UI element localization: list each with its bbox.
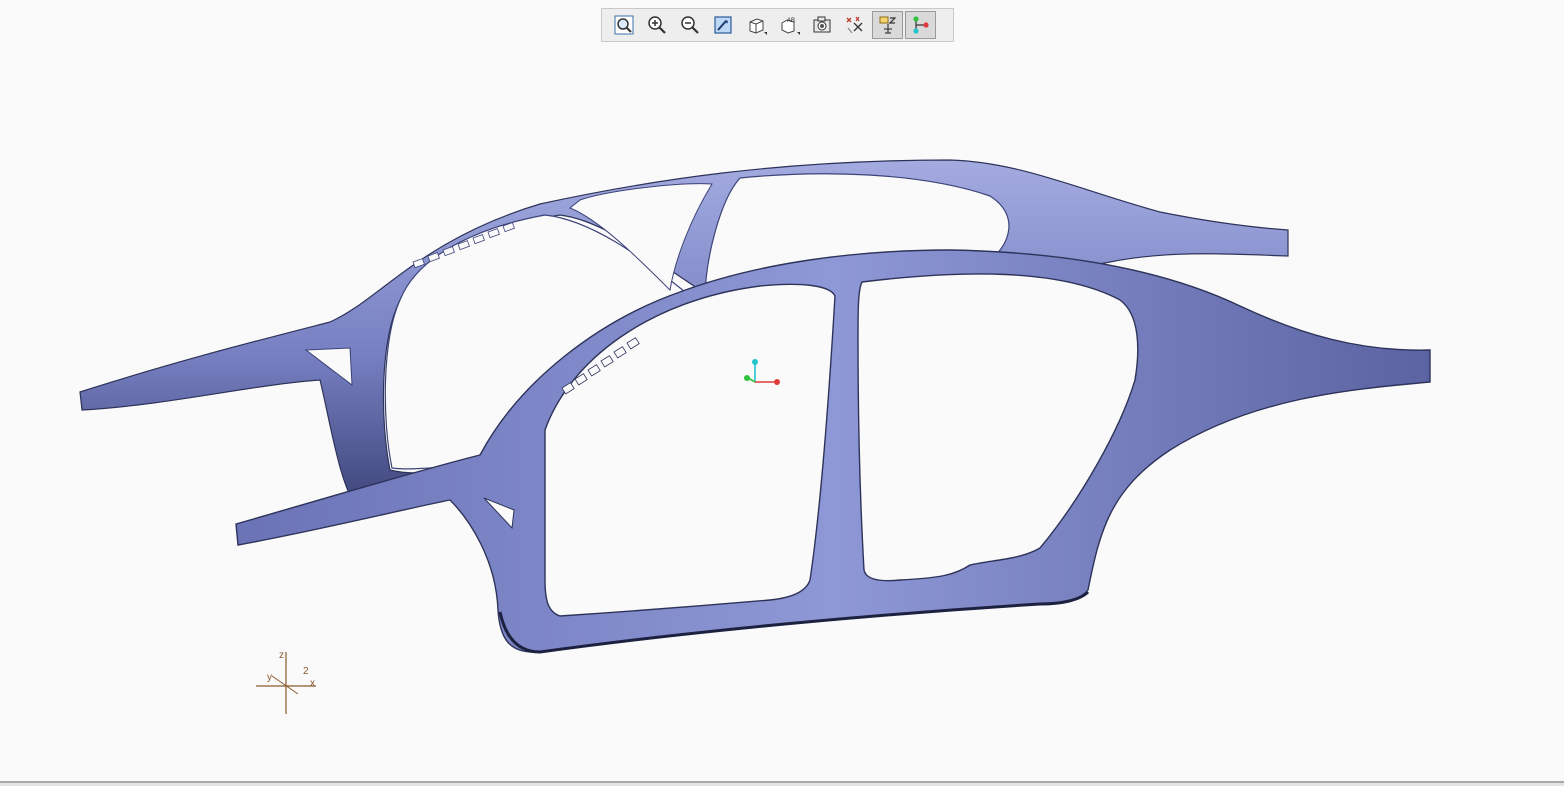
axis-x-label: x [310, 678, 315, 689]
graphics-window[interactable]: AB z y 2 x [0, 0, 1564, 782]
car-body-side-frame-model[interactable] [0, 0, 1564, 782]
view-orientation-axes: z y 2 x [256, 650, 316, 714]
spin-center-triad [744, 359, 780, 385]
axis-y-label: y [267, 672, 272, 683]
axis-extra-label: 2 [303, 666, 309, 677]
axis-z-label: z [279, 650, 284, 661]
